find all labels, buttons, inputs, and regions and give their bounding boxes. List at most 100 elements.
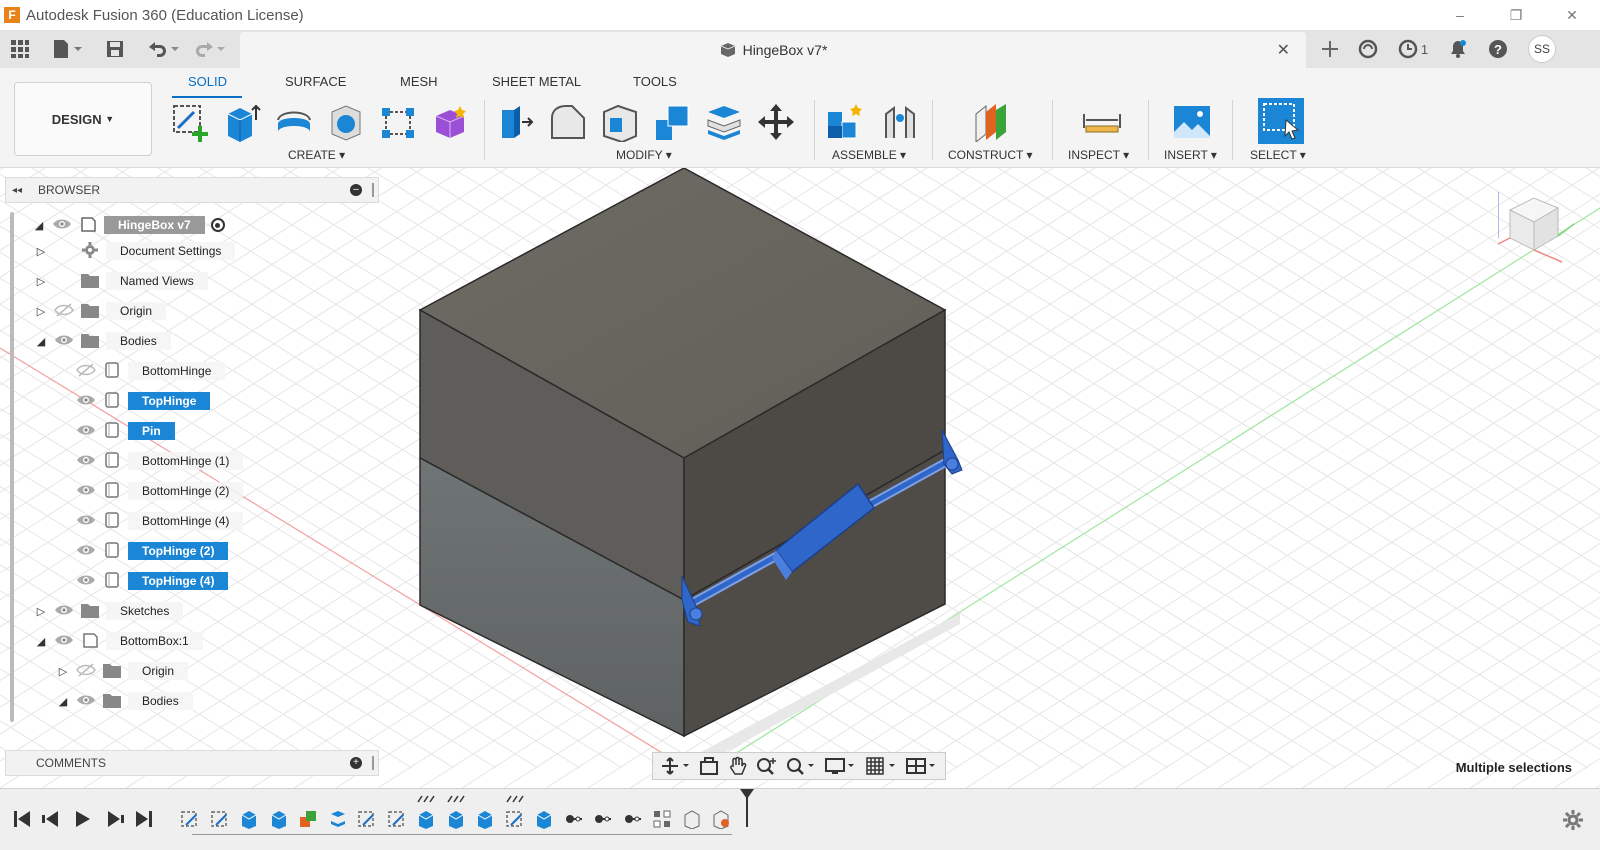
press-pull-icon[interactable] [496, 102, 536, 142]
collapse-browser-icon[interactable]: ◂◂ [12, 185, 22, 196]
zoom-icon[interactable] [756, 756, 778, 776]
display-settings-icon[interactable] [824, 756, 856, 776]
insert-image-icon[interactable] [1172, 102, 1212, 142]
visibility-eye-icon[interactable] [76, 483, 102, 500]
tab-tools[interactable]: TOOLS [633, 74, 677, 89]
tab-mesh[interactable]: MESH [400, 74, 438, 89]
file-menu-button[interactable] [52, 38, 82, 60]
offset-plane-icon[interactable] [972, 102, 1012, 142]
visibility-eye-icon[interactable] [76, 393, 102, 410]
visibility-eye-icon[interactable] [76, 693, 102, 710]
create-form-icon[interactable] [430, 102, 470, 142]
modify-menu[interactable]: MODIFY ▾ [616, 148, 672, 162]
job-status-button[interactable]: 1 [1388, 30, 1438, 68]
undo-button[interactable] [146, 38, 182, 60]
tree-item-label[interactable]: BottomHinge (1) [128, 452, 244, 470]
tab-surface[interactable]: SURFACE [285, 74, 346, 89]
select-icon[interactable] [1258, 98, 1304, 144]
inspect-menu[interactable]: INSPECT ▾ [1068, 148, 1129, 162]
tree-item-body[interactable]: TopHinge (2) [56, 539, 229, 563]
expand-caret-icon[interactable]: ▷ [34, 304, 48, 318]
visibility-eye-icon[interactable] [52, 217, 78, 234]
tree-item-label[interactable]: Pin [128, 422, 175, 440]
timeline-feature-extrude-icon[interactable] [269, 809, 289, 829]
tree-item-body[interactable]: TopHinge [56, 389, 211, 413]
timeline-feature-sketch-icon[interactable] [180, 809, 200, 829]
go-to-end-icon[interactable] [136, 811, 152, 827]
data-panel-button[interactable] [10, 38, 30, 60]
visibility-eye-icon[interactable] [76, 543, 102, 560]
tab-sheet-metal[interactable]: SHEET METAL [492, 74, 581, 89]
tree-item-document-settings[interactable]: ▷ Document Settings [34, 239, 236, 263]
add-comment-icon[interactable]: + [350, 757, 362, 769]
tree-item-label[interactable]: TopHinge (2) [128, 542, 229, 560]
tree-item-body[interactable]: Pin [56, 419, 175, 443]
collapse-caret-icon[interactable]: ◢ [56, 694, 70, 708]
tree-item-label[interactable]: Bodies [106, 332, 171, 350]
viewport-canvas[interactable] [0, 168, 1600, 788]
collapse-caret-icon[interactable]: ◢ [34, 334, 48, 348]
revolve-icon[interactable] [274, 102, 314, 142]
box-model[interactable] [0, 168, 1600, 788]
tree-item-label[interactable]: Document Settings [106, 242, 236, 260]
visibility-eye-icon[interactable] [76, 362, 102, 380]
tree-item-named-views[interactable]: ▷ Named Views [34, 269, 208, 293]
document-tab[interactable]: HingeBox v7* ✕ [240, 32, 1306, 68]
offset-face-icon[interactable] [704, 102, 744, 142]
timeline-feature-sketch-icon[interactable] [357, 809, 377, 829]
timeline-feature-offset-icon[interactable] [328, 809, 348, 829]
visibility-eye-icon[interactable] [54, 603, 80, 620]
create-sketch-icon[interactable] [170, 102, 210, 142]
tree-item-origin[interactable]: ▷ Origin [56, 659, 189, 683]
visibility-eye-icon[interactable] [76, 453, 102, 470]
tree-item-label[interactable]: Sketches [106, 602, 184, 620]
tree-item-bodies[interactable]: ◢ Bodies [34, 329, 171, 353]
tree-item-label[interactable]: Bodies [128, 692, 193, 710]
timeline-feature-extrude-icon[interactable] [239, 809, 259, 829]
timeline-feature-joint-icon[interactable] [593, 809, 613, 829]
minimize-button[interactable]: – [1432, 0, 1488, 30]
tree-item-body[interactable]: BottomHinge (1) [56, 449, 244, 473]
expand-caret-icon[interactable]: ▷ [56, 664, 70, 678]
pan-hand-icon[interactable] [728, 756, 748, 776]
redo-button[interactable] [192, 38, 228, 60]
tree-item-body[interactable]: BottomHinge [56, 359, 226, 383]
expand-caret-icon[interactable]: ▷ [34, 244, 48, 258]
play-icon[interactable] [76, 811, 90, 827]
insert-menu[interactable]: INSERT ▾ [1164, 148, 1217, 162]
create-menu[interactable]: CREATE ▾ [288, 148, 345, 162]
user-avatar[interactable]: SS [1528, 35, 1556, 63]
extrude-icon[interactable] [222, 102, 262, 142]
visibility-eye-icon[interactable] [54, 633, 80, 650]
collapse-caret-icon[interactable]: ◢ [34, 634, 48, 648]
tree-item-label[interactable]: BottomHinge [128, 362, 226, 380]
browser-resize-handle[interactable] [372, 183, 374, 197]
tree-root[interactable]: ◢ HingeBox v7 [32, 213, 225, 237]
tree-item-body[interactable]: BottomHinge (4) [56, 509, 244, 533]
timeline-feature-pattern-icon[interactable] [652, 809, 672, 829]
timeline-settings-icon[interactable] [1562, 809, 1584, 831]
timeline-feature-extrude-icon[interactable] [475, 809, 495, 829]
tree-item-label[interactable]: Named Views [106, 272, 208, 290]
tree-item-label[interactable]: TopHinge (4) [128, 572, 229, 590]
timeline-feature-sketch-icon[interactable] [505, 809, 525, 829]
timeline-marker-head-icon[interactable] [740, 789, 754, 799]
select-menu[interactable]: SELECT ▾ [1250, 148, 1306, 162]
tree-root-label[interactable]: HingeBox v7 [104, 216, 205, 234]
close-window-button[interactable]: ✕ [1544, 0, 1600, 30]
visibility-eye-icon[interactable] [76, 573, 102, 590]
tab-solid[interactable]: SOLID [188, 74, 227, 89]
comments-resize-handle[interactable] [372, 756, 374, 770]
new-tab-button[interactable] [1312, 30, 1348, 68]
viewports-icon[interactable] [905, 756, 937, 776]
go-to-start-icon[interactable] [14, 811, 30, 827]
tree-item-label[interactable]: TopHinge [128, 392, 211, 410]
timeline-feature-extrude-icon[interactable] [416, 809, 436, 829]
tree-item-component[interactable]: ◢ BottomBox:1 [34, 629, 203, 653]
timeline-feature-joint-icon[interactable] [564, 809, 584, 829]
zoom-window-icon[interactable] [786, 756, 816, 776]
extensions-button[interactable] [1348, 30, 1388, 68]
workspace-switcher[interactable]: DESIGN ▼ [14, 82, 152, 156]
expand-caret-icon[interactable]: ▷ [34, 274, 48, 288]
move-copy-icon[interactable] [756, 102, 796, 142]
